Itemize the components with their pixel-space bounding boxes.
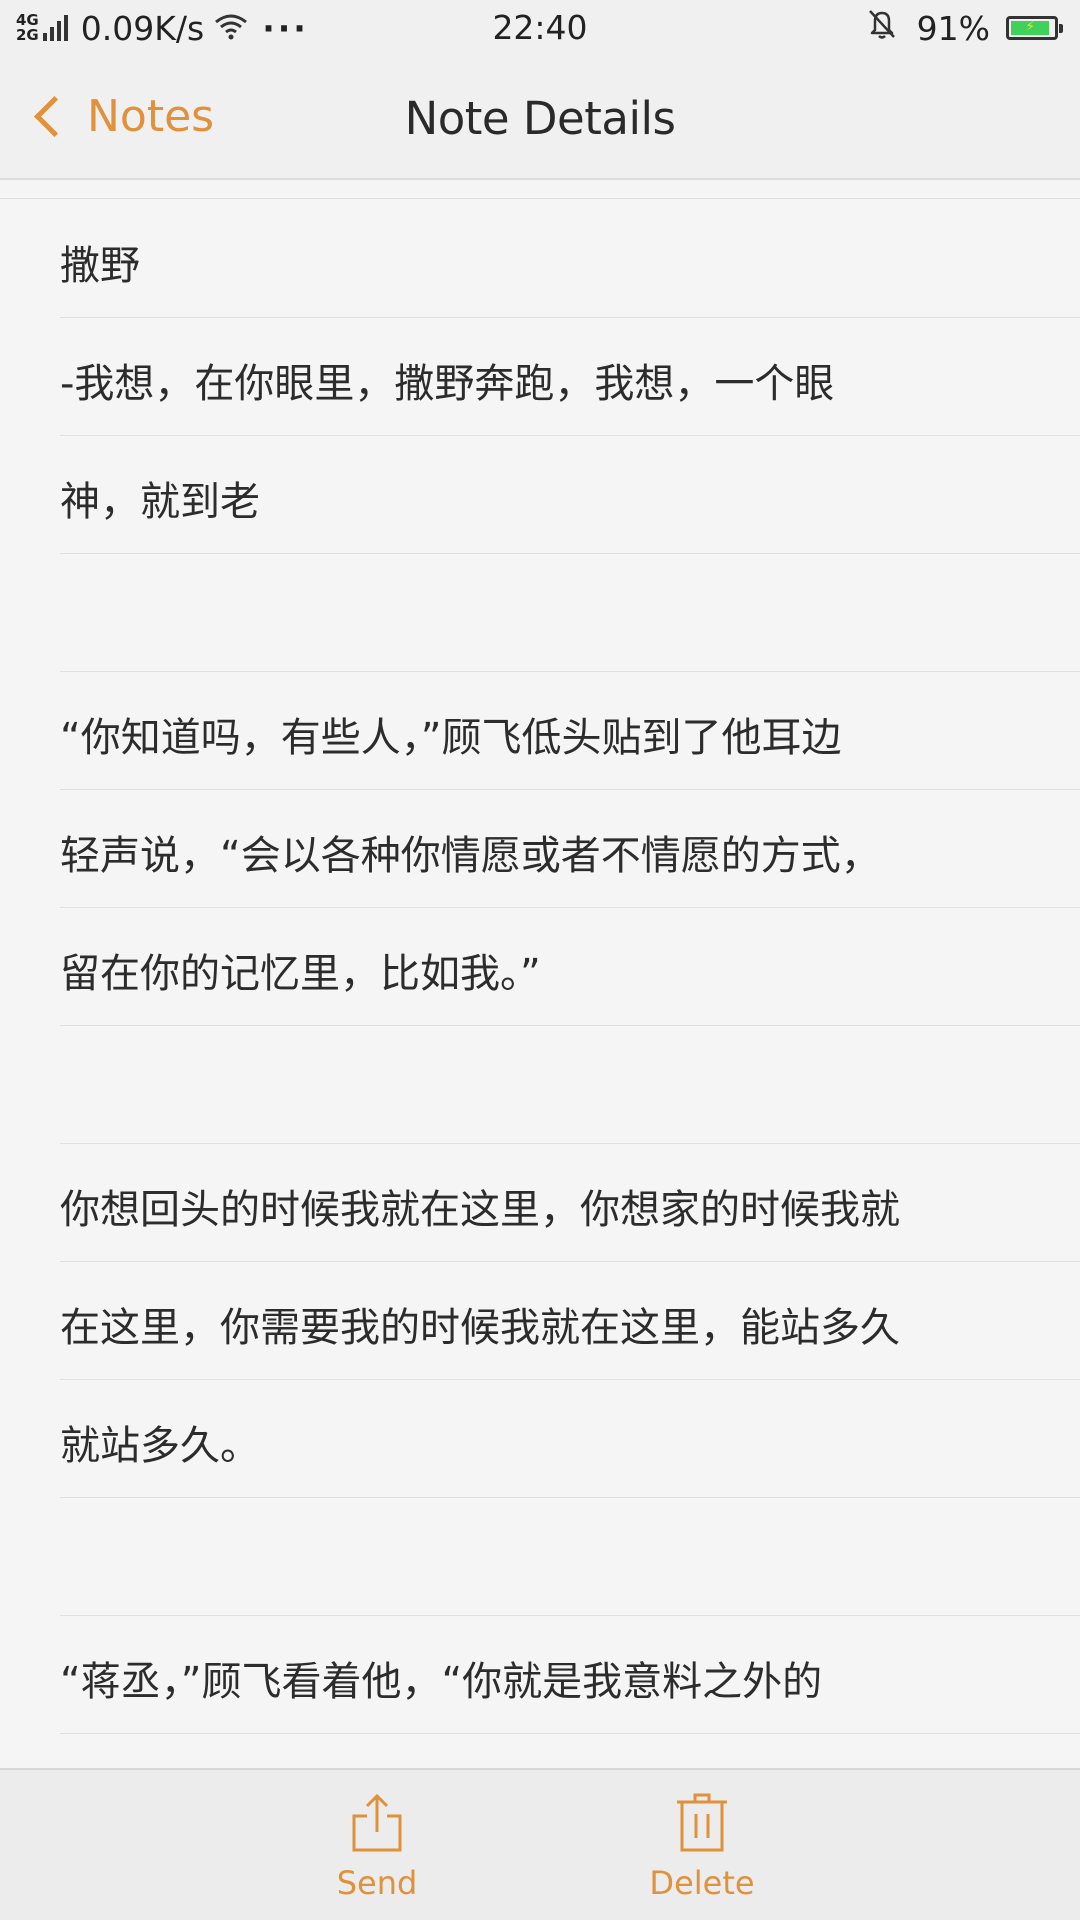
- delete-button[interactable]: Delete: [622, 1792, 782, 1902]
- content-top-divider: [0, 198, 1080, 199]
- note-line: 神，就到老: [60, 436, 1080, 554]
- note-line-text: 就站多久。: [60, 1423, 260, 1469]
- status-bar: 4G 2G 0.09K/s ··· 22:40 91% ⚡: [0, 0, 1080, 56]
- note-line-text: “你知道吗，有些人，”顾飞低头贴到了他耳边: [60, 715, 842, 761]
- note-line: 在这里，你需要我的时候我就在这里，能站多久: [60, 1262, 1080, 1380]
- battery-level-fill: [1011, 21, 1050, 35]
- note-line-text: 在这里，你需要我的时候我就在这里，能站多久: [60, 1305, 900, 1351]
- battery-charging-icon: [1006, 16, 1063, 40]
- note-line-text: 留在你的记忆里，比如我。”: [60, 951, 541, 997]
- note-line: 就站多久。: [60, 1380, 1080, 1498]
- send-button[interactable]: Send: [297, 1792, 457, 1902]
- trash-icon: [677, 1793, 727, 1852]
- note-line: “蒋丞，”顾飞看着他，“你就是我意料之外的: [60, 1616, 1080, 1734]
- note-line-text: “蒋丞，”顾飞看着他，“你就是我意料之外的: [60, 1659, 823, 1705]
- delete-label: Delete: [649, 1864, 755, 1902]
- note-line: 你想回头的时候我就在这里，你想家的时候我就: [60, 1144, 1080, 1262]
- note-line: 留在你的记忆里，比如我。”: [60, 908, 1080, 1026]
- note-line: -我想，在你眼里，撒野奔跑，我想，一个眼: [60, 318, 1080, 436]
- navigation-bar: Notes Note Details: [0, 56, 1080, 180]
- battery-percent: 91%: [916, 8, 990, 48]
- share-icon: [352, 1793, 402, 1852]
- note-line-text: 你想回头的时候我就在这里，你想家的时候我就: [60, 1187, 900, 1233]
- note-details-screen: 4G 2G 0.09K/s ··· 22:40 91% ⚡ Notes Note…: [0, 0, 1080, 1920]
- note-line-text: 轻声说，“会以各种你情愿或者不情愿的方式，: [60, 833, 881, 879]
- page-title: Note Details: [404, 92, 676, 145]
- note-content[interactable]: 撒野 -我想，在你眼里，撒野奔跑，我想，一个眼 神，就到老 “你知道吗，有些人，”顾飞…: [0, 180, 1080, 1768]
- bottom-toolbar: Send Delete: [0, 1768, 1080, 1920]
- note-line-text: 撒野: [60, 243, 140, 289]
- send-label: Send: [336, 1864, 418, 1902]
- note-line: “你知道吗，有些人，”顾飞低头贴到了他耳边: [60, 672, 1080, 790]
- note-line: [60, 554, 1080, 672]
- bell-muted-icon: [867, 8, 897, 48]
- status-right: 91%: [867, 8, 1063, 48]
- note-line: [60, 1498, 1080, 1616]
- note-line-text: -我想，在你眼里，撒野奔跑，我想，一个眼: [60, 361, 835, 407]
- note-line: [60, 1026, 1080, 1144]
- note-line: 轻声说，“会以各种你情愿或者不情愿的方式，: [60, 790, 1080, 908]
- note-line-text: 神，就到老: [60, 479, 260, 525]
- note-line: 撒野: [60, 200, 1080, 318]
